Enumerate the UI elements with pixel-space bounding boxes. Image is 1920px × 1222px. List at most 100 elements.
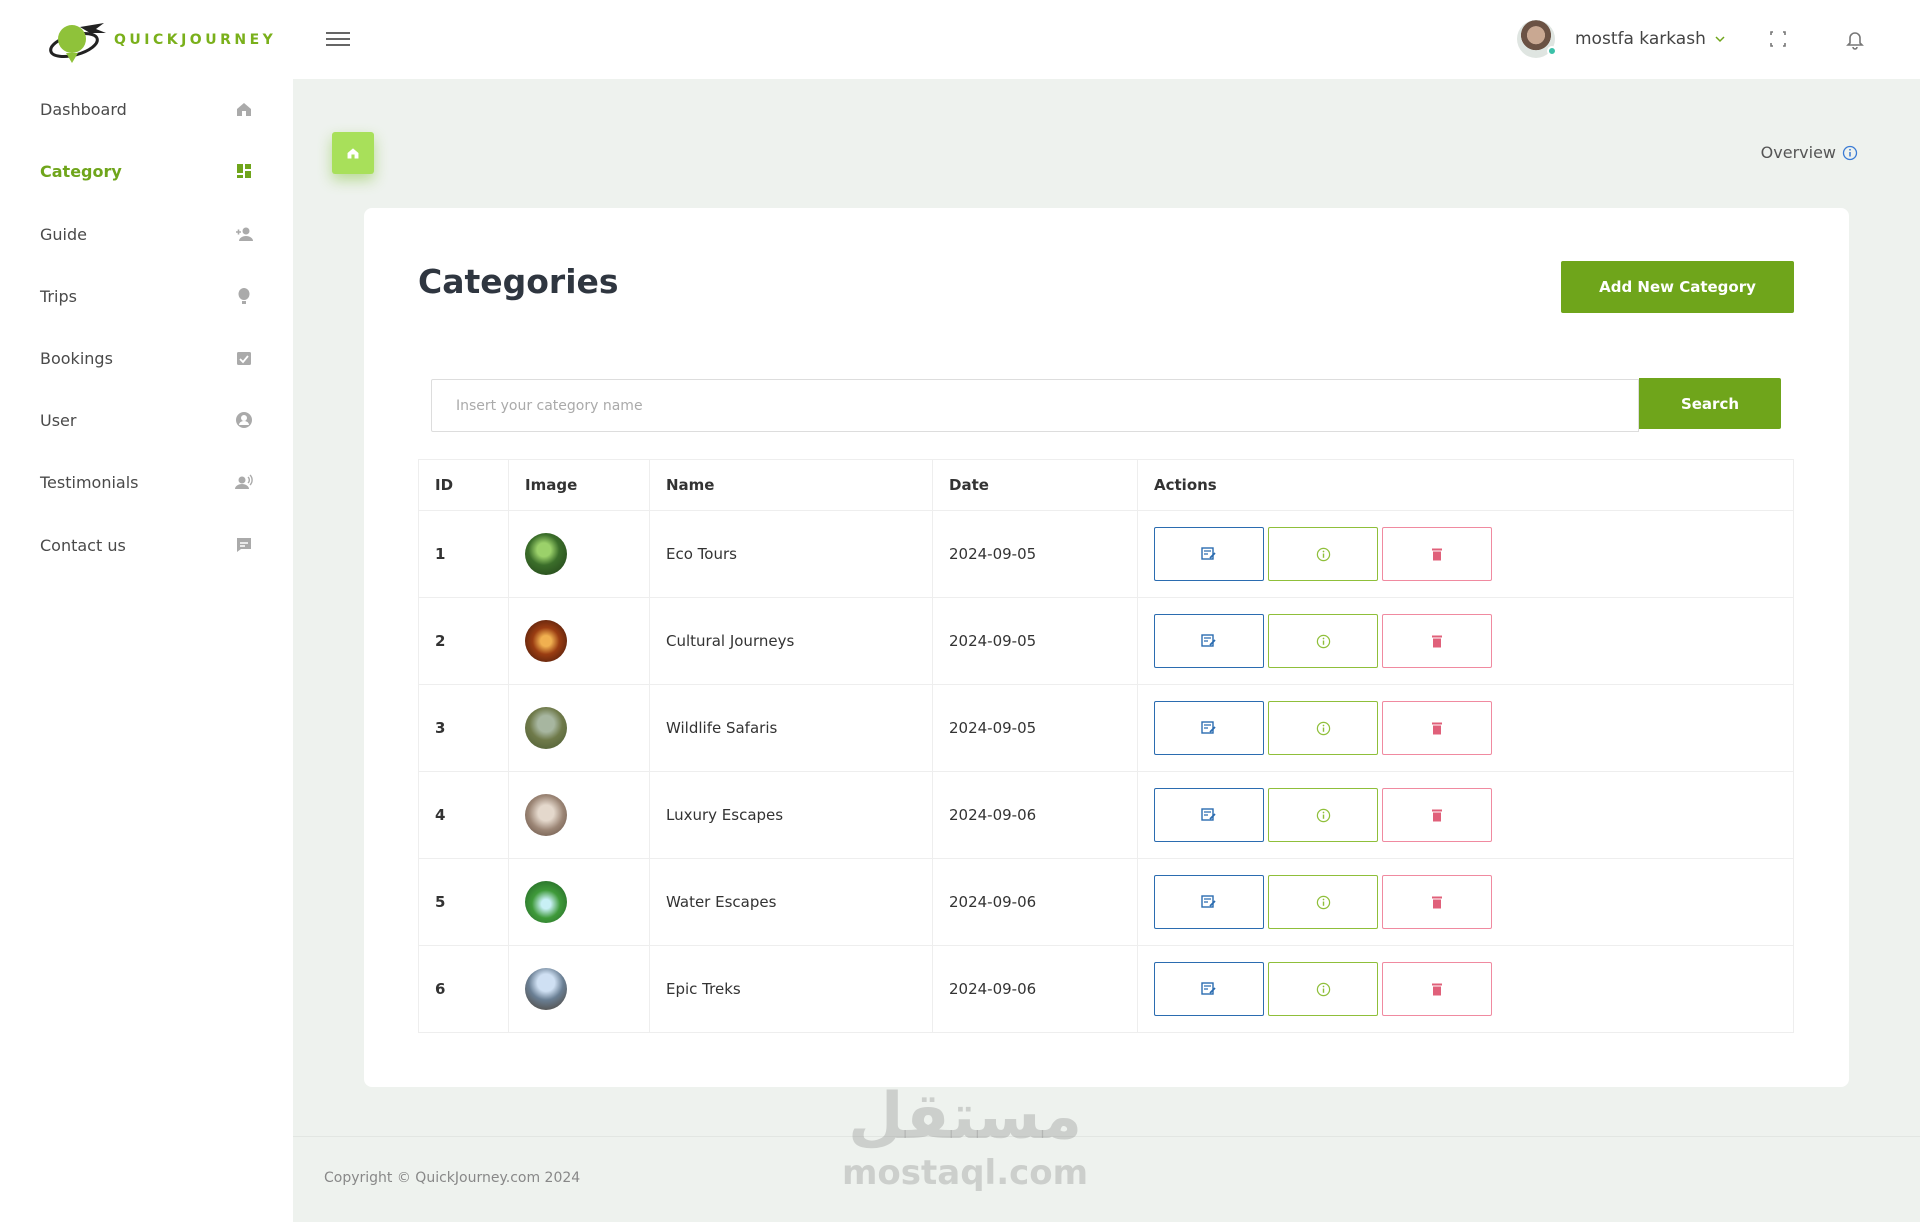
trash-icon	[1432, 983, 1442, 996]
row-image-cell	[508, 771, 650, 859]
search-input[interactable]	[431, 379, 1639, 432]
sidebar-item-bookings[interactable]: Bookings	[40, 343, 253, 373]
delete-button[interactable]	[1382, 875, 1492, 929]
row-date: 2024-09-05	[932, 597, 1138, 685]
trash-icon	[1432, 722, 1442, 735]
row-name: Cultural Journeys	[649, 597, 933, 685]
overview-link[interactable]: Overview	[1761, 143, 1858, 162]
sidebar-item-label: Guide	[40, 224, 87, 244]
sidebar-item-label: Category	[40, 161, 122, 181]
row-actions	[1137, 684, 1794, 772]
delete-button[interactable]	[1382, 701, 1492, 755]
edit-icon	[1201, 895, 1216, 908]
details-button[interactable]	[1268, 788, 1378, 842]
row-id: 4	[418, 771, 509, 859]
trash-icon	[1432, 635, 1442, 648]
copyright-text: Copyright © QuickJourney.com 2024	[324, 1170, 581, 1186]
column-header-date: Date	[932, 459, 1138, 511]
row-name: Eco Tours	[649, 510, 933, 598]
row-name: Water Escapes	[649, 858, 933, 946]
edit-icon	[1201, 634, 1216, 647]
row-id: 1	[418, 510, 509, 598]
menu-toggle-icon[interactable]	[326, 28, 350, 50]
chat-icon	[237, 538, 251, 552]
edit-icon	[1201, 982, 1216, 995]
info-icon	[1316, 547, 1330, 561]
delete-button[interactable]	[1382, 614, 1492, 668]
table-row: 4 Luxury Escapes 2024-09-06	[418, 771, 1794, 859]
add-category-button[interactable]: Add New Category	[1561, 261, 1794, 313]
sidebar-item-label: Trips	[40, 286, 77, 306]
details-button[interactable]	[1268, 875, 1378, 929]
home-icon	[237, 103, 251, 116]
category-thumbnail	[525, 881, 567, 923]
row-date: 2024-09-05	[932, 510, 1138, 598]
row-id: 2	[418, 597, 509, 685]
home-icon	[347, 148, 359, 159]
watermark: مستقل mostaql.com	[842, 1085, 1088, 1193]
delete-button[interactable]	[1382, 962, 1492, 1016]
chevron-down-icon	[1715, 36, 1725, 43]
row-image-cell	[508, 684, 650, 772]
row-id: 3	[418, 684, 509, 772]
column-header-id: ID	[418, 459, 509, 511]
edit-button[interactable]	[1154, 962, 1264, 1016]
trash-icon	[1432, 548, 1442, 561]
row-id: 6	[418, 945, 509, 1033]
sidebar-item-label: Bookings	[40, 348, 113, 368]
delete-button[interactable]	[1382, 788, 1492, 842]
sidebar-item-category[interactable]: Category	[40, 156, 253, 186]
details-button[interactable]	[1268, 701, 1378, 755]
column-header-name: Name	[649, 459, 933, 511]
app-logo[interactable]: QUICKJOURNEY	[44, 10, 284, 70]
sidebar-item-user[interactable]: User	[40, 405, 253, 435]
top-header: QUICKJOURNEY mostfa karkash	[0, 0, 1920, 79]
bell-icon[interactable]	[1844, 28, 1866, 50]
sidebar-item-dashboard[interactable]: Dashboard	[40, 94, 253, 124]
category-thumbnail	[525, 620, 567, 662]
edit-icon	[1201, 547, 1216, 560]
details-button[interactable]	[1268, 962, 1378, 1016]
sidebar: Dashboard Category Guide Trips Bookings …	[0, 79, 293, 1222]
edit-button[interactable]	[1154, 701, 1264, 755]
edit-button[interactable]	[1154, 614, 1264, 668]
sidebar-item-guide[interactable]: Guide	[40, 219, 253, 249]
row-actions	[1137, 771, 1794, 859]
row-actions	[1137, 858, 1794, 946]
search-button[interactable]: Search	[1639, 378, 1781, 429]
category-thumbnail	[525, 533, 567, 575]
category-thumbnail	[525, 707, 567, 749]
sidebar-item-label: Testimonials	[40, 472, 139, 492]
details-button[interactable]	[1268, 527, 1378, 581]
user-plus-icon	[236, 227, 253, 241]
trash-icon	[1432, 809, 1442, 822]
info-icon	[1316, 634, 1330, 648]
delete-button[interactable]	[1382, 527, 1492, 581]
user-circle-icon	[236, 412, 252, 428]
footer-divider	[293, 1136, 1920, 1137]
breadcrumb-home-button[interactable]	[332, 132, 374, 174]
user-menu[interactable]: mostfa karkash	[1517, 18, 1725, 60]
edit-button[interactable]	[1154, 875, 1264, 929]
table-header-row: ID Image Name Date Actions	[418, 459, 1794, 511]
edit-button[interactable]	[1154, 788, 1264, 842]
balloon-icon	[238, 288, 250, 304]
sidebar-item-trips[interactable]: Trips	[40, 281, 253, 311]
watermark-latin: mostaql.com	[842, 1153, 1089, 1193]
row-date: 2024-09-06	[932, 771, 1138, 859]
sidebar-item-label: Dashboard	[40, 99, 127, 119]
details-button[interactable]	[1268, 614, 1378, 668]
logo-icon	[49, 23, 106, 63]
edit-icon	[1201, 808, 1216, 821]
fullscreen-icon[interactable]	[1767, 28, 1789, 50]
row-image-cell	[508, 597, 650, 685]
edit-button[interactable]	[1154, 527, 1264, 581]
sidebar-item-testimonials[interactable]: Testimonials	[40, 467, 253, 497]
online-status-dot	[1547, 46, 1557, 56]
sidebar-item-contact-us[interactable]: Contact us	[40, 530, 253, 560]
info-icon	[1316, 895, 1330, 909]
info-icon	[1316, 808, 1330, 822]
info-icon	[1316, 721, 1330, 735]
row-image-cell	[508, 945, 650, 1033]
row-image-cell	[508, 858, 650, 946]
